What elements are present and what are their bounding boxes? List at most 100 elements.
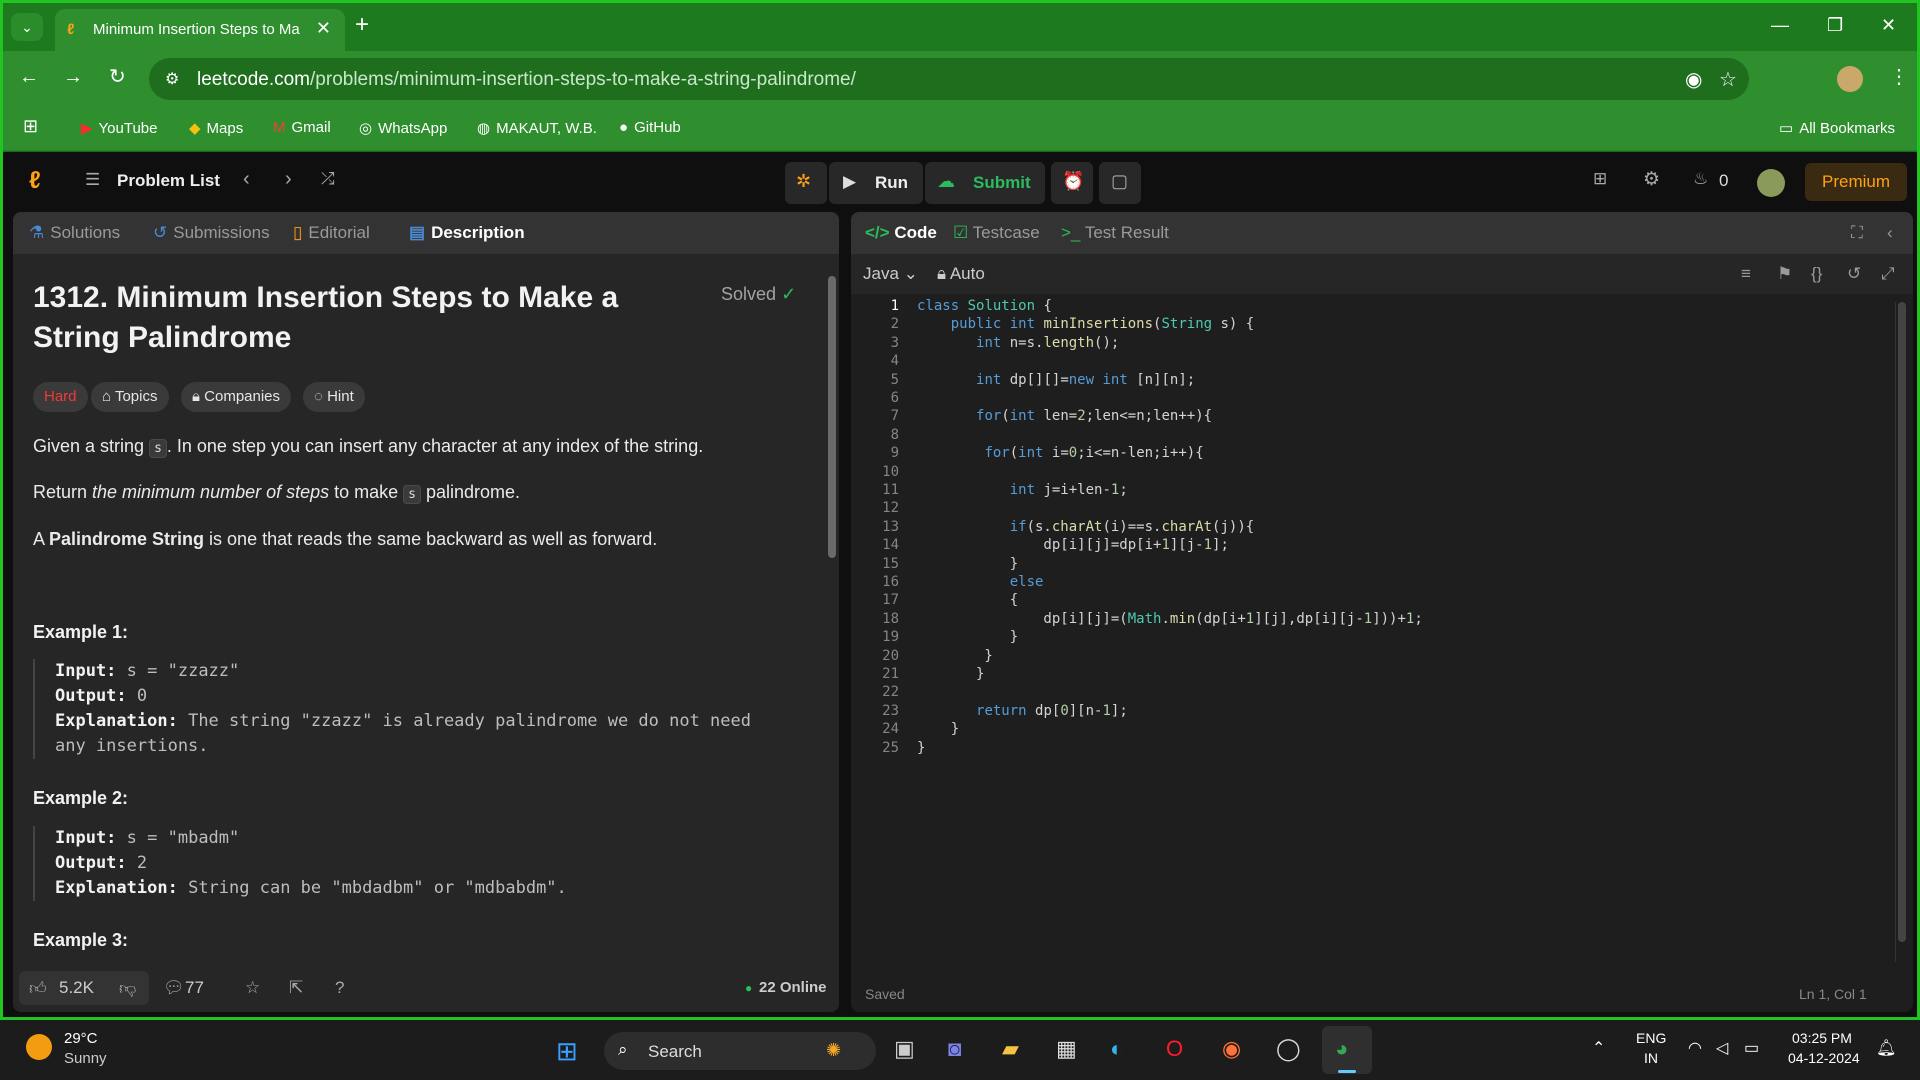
format-icon[interactable]: ≡ (1741, 264, 1751, 284)
battery-icon[interactable]: ▭ (1744, 1038, 1759, 1058)
bookmark-youtube[interactable]: ▶ YouTube (81, 119, 158, 137)
tab-solutions[interactable]: ⚗ Solutions (29, 223, 120, 243)
back-icon[interactable]: ← (19, 67, 39, 87)
favorite-star-icon[interactable]: ☆ (245, 978, 260, 998)
wifi-icon[interactable]: ◠ (1688, 1038, 1702, 1058)
code-line[interactable]: for(int len=2;len<=n;len++){ (917, 408, 1212, 424)
active-tab[interactable]: ℓ Minimum Insertion Steps to Ma ✕ (55, 9, 345, 51)
reset-icon[interactable]: ↺ (1847, 264, 1861, 284)
code-scrollbar-thumb[interactable] (1898, 302, 1906, 942)
run-button[interactable]: ▶ Run (829, 162, 923, 204)
minimize-icon[interactable]: — (1771, 15, 1789, 36)
forward-icon[interactable]: → (63, 67, 83, 87)
apps-icon[interactable]: ⊞ (23, 116, 38, 137)
code-line[interactable]: { (917, 592, 1018, 608)
teams-icon[interactable]: ◙ (948, 1036, 961, 1062)
code-line[interactable]: class Solution { (917, 298, 1052, 314)
close-tab-icon[interactable]: ✕ (316, 18, 331, 39)
file-explorer-icon[interactable]: ▰ (1002, 1036, 1019, 1062)
premium-button[interactable]: Premium (1805, 163, 1907, 201)
collapse-icon[interactable]: ‹ (1887, 223, 1893, 243)
opera-icon[interactable]: O (1166, 1036, 1183, 1062)
notification-icon[interactable]: 🔔︎ (1876, 1038, 1896, 1058)
submit-button[interactable]: ☁ Submit (925, 162, 1045, 204)
profile-avatar[interactable] (1837, 66, 1863, 92)
tab-submissions[interactable]: ↺ Submissions (153, 223, 270, 243)
prev-problem-icon[interactable]: ‹ (243, 168, 250, 191)
tray-chevron-icon[interactable]: ⌃ (1592, 1038, 1605, 1058)
code-line[interactable]: if(s.charAt(i)==s.charAt(j)){ (917, 519, 1254, 535)
timer-button[interactable]: ⏰ (1051, 162, 1093, 204)
bookmark-github[interactable]: ● GitHub (619, 119, 681, 136)
thumbs-up-icon[interactable]: 👍︎ (29, 978, 47, 999)
code-line[interactable]: else (917, 574, 1044, 590)
clock-date[interactable]: 04-12-2024 (1788, 1050, 1860, 1066)
taskbar-search[interactable]: ⌕ Search ✺ (604, 1032, 876, 1070)
bookmark-icon[interactable]: ⚑ (1777, 264, 1792, 284)
expand-icon[interactable]: ⤢ (1881, 264, 1895, 284)
debug-button[interactable]: ✲ (785, 162, 827, 204)
restore-icon[interactable]: ❐ (1827, 15, 1843, 36)
volume-icon[interactable]: ◁ (1716, 1038, 1728, 1058)
weather-sun-icon[interactable] (26, 1034, 52, 1060)
menu-icon[interactable]: ⋮ (1889, 67, 1909, 87)
task-view-icon[interactable]: ▣ (894, 1036, 915, 1062)
share-icon[interactable]: ⇱ (289, 978, 303, 998)
bookmark-maps[interactable]: ◆ Maps (189, 119, 243, 137)
code-line[interactable]: } (917, 666, 984, 682)
tab-description[interactable]: ▤ Description (409, 223, 525, 243)
star-icon[interactable]: ☆ (1719, 67, 1737, 92)
bookmark-makaut[interactable]: ◍ MAKAUT, W.B. (477, 119, 597, 137)
code-line[interactable]: } (917, 629, 1018, 645)
braces-icon[interactable]: {} (1811, 264, 1822, 284)
clock-time[interactable]: 03:25 PM (1792, 1030, 1852, 1046)
reload-icon[interactable]: ↻ (109, 67, 126, 87)
code-line[interactable]: } (917, 740, 925, 756)
scrollbar-thumb[interactable] (828, 276, 836, 558)
user-avatar[interactable] (1757, 169, 1785, 197)
shuffle-icon[interactable]: ⤮ (321, 169, 335, 189)
code-line[interactable]: return dp[0][n-1]; (917, 703, 1128, 719)
code-scrollbar[interactable] (1895, 302, 1907, 962)
site-info-icon[interactable]: ⚙ (165, 69, 179, 89)
leetcode-logo-icon[interactable]: ℓ (29, 167, 41, 195)
code-line[interactable]: for(int i=0;i<=n-len;i++){ (917, 445, 1203, 461)
close-window-icon[interactable]: ✕ (1881, 15, 1896, 36)
settings-icon[interactable]: ⚙ (1643, 168, 1660, 191)
edge-icon[interactable]: ◐ (1110, 1036, 1123, 1062)
tab-search-button[interactable]: ⌄ (11, 13, 43, 41)
next-problem-icon[interactable]: › (285, 168, 292, 191)
layout-icon[interactable]: ⊞ (1593, 169, 1607, 189)
auto-mode[interactable]: 🔒︎ Auto (937, 264, 985, 284)
code-line[interactable]: public int minInsertions(String s) { (917, 316, 1255, 332)
description-scrollbar[interactable] (827, 264, 837, 964)
help-icon[interactable]: ? (335, 978, 344, 998)
code-line[interactable]: int j=i+len-1; (917, 482, 1128, 498)
eye-off-icon[interactable]: ◉ (1685, 67, 1702, 92)
code-line[interactable]: int dp[][]=new int [n][n]; (917, 372, 1195, 388)
code-line[interactable]: dp[i][j]=(Math.min(dp[i+1][j],dp[i][j-1]… (917, 611, 1422, 627)
windows-start-icon[interactable]: ⊞ (556, 1036, 578, 1067)
thumbs-down-icon[interactable]: 👎︎ (119, 978, 136, 999)
code-line[interactable]: } (917, 721, 959, 737)
bookmark-whatsapp[interactable]: ◎ WhatsApp (359, 119, 447, 137)
comment-icon[interactable]: 💬︎ (163, 978, 185, 998)
url-field[interactable]: ⚙ leetcode.com/problems/minimum-insertio… (149, 58, 1749, 100)
lang-primary[interactable]: ENG (1636, 1030, 1666, 1046)
maximize-icon[interactable]: ⛶ (1851, 223, 1863, 243)
topics-chip[interactable]: ⌂ Topics (91, 382, 169, 412)
tab-editorial[interactable]: ▯ Editorial (293, 223, 370, 243)
notes-button[interactable]: ▢ (1099, 162, 1141, 204)
companies-chip[interactable]: 🔒︎ Companies (181, 382, 292, 412)
chrome-taskbar-button[interactable]: ◕ (1322, 1026, 1372, 1074)
hint-chip[interactable]: ◌ Hint (303, 382, 365, 412)
code-editor[interactable]: 1 class Solution {2 public int minInserti… (851, 298, 1891, 988)
code-line[interactable]: } (917, 648, 992, 664)
code-line[interactable]: dp[i][j]=dp[i+1][j-1]; (917, 537, 1228, 553)
tab-test-result[interactable]: >_ Test Result (1061, 223, 1169, 243)
tab-code[interactable]: </> Code (865, 223, 937, 243)
all-bookmarks[interactable]: ▭ All Bookmarks (1779, 119, 1895, 137)
dell-icon[interactable]: ◯ (1276, 1036, 1301, 1062)
store-icon[interactable]: ▦ (1056, 1036, 1077, 1062)
problem-list-link[interactable]: Problem List (117, 171, 220, 191)
